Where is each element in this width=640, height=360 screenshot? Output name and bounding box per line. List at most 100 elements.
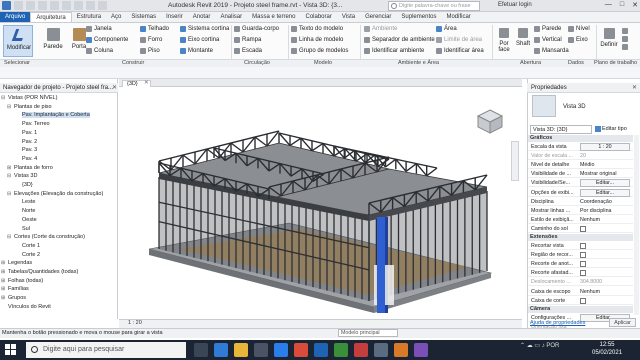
- dormer-button[interactable]: Mansarda: [534, 48, 569, 54]
- tree-toggle-icon[interactable]: ⊟: [7, 234, 11, 240]
- by-face-button[interactable]: Por face: [494, 26, 514, 56]
- property-checkbox[interactable]: [580, 261, 586, 268]
- tab-estrutura[interactable]: Estrutura: [72, 12, 106, 22]
- browser-item[interactable]: {3D}: [22, 182, 33, 188]
- tree-toggle-icon[interactable]: ⊞: [1, 286, 5, 292]
- railing-button[interactable]: Guarda-corpo: [234, 26, 279, 32]
- set-workplane-button[interactable]: Definir: [598, 26, 620, 56]
- text-icon[interactable]: [86, 1, 95, 10]
- model-text-button[interactable]: Texto do modelo: [291, 26, 343, 32]
- floor-button[interactable]: Piso: [140, 48, 160, 54]
- revit-logo-icon[interactable]: [2, 1, 11, 10]
- browser-item[interactable]: Famílias: [8, 286, 29, 292]
- curtain-grid-button[interactable]: Eixo cortina: [180, 37, 219, 43]
- grid-button[interactable]: Eixo: [568, 37, 588, 43]
- modify-button[interactable]: Modificar: [3, 25, 33, 57]
- tree-toggle-icon[interactable]: ⊞: [1, 260, 5, 266]
- edit-button[interactable]: Editar...: [580, 188, 630, 197]
- taskbar-clock[interactable]: 12:55 05/02/2021: [592, 341, 622, 357]
- tab-analisar[interactable]: Analisar: [215, 12, 247, 22]
- property-checkbox[interactable]: [580, 225, 586, 232]
- property-group-header[interactable]: Câmera: [528, 305, 633, 313]
- viewer-icon[interactable]: [622, 44, 628, 50]
- tree-toggle-icon[interactable]: ⊟: [7, 104, 11, 110]
- property-value[interactable]: 20: [580, 153, 586, 159]
- tab-inserir[interactable]: Inserir: [161, 12, 188, 22]
- task-view-icon[interactable]: [194, 343, 208, 357]
- project-browser-close-icon[interactable]: ✕: [112, 84, 117, 91]
- tree-toggle-icon[interactable]: ⊟: [1, 95, 5, 101]
- instance-selector[interactable]: Vista 3D: {3D}: [530, 125, 592, 134]
- app-icon[interactable]: [414, 343, 428, 357]
- property-value[interactable]: Coordenação: [580, 199, 612, 205]
- tab-massa-terreno[interactable]: Massa e terreno: [247, 12, 300, 22]
- component-button[interactable]: Componente: [86, 37, 128, 43]
- apply-button[interactable]: Aplicar: [609, 318, 636, 327]
- tab-sistemas[interactable]: Sistemas: [126, 12, 161, 22]
- browser-item[interactable]: Plantas de piso: [14, 104, 52, 110]
- browser-item[interactable]: Pav. 1: [22, 130, 37, 136]
- view-3d-icon[interactable]: [98, 1, 107, 10]
- property-value-input[interactable]: 1 : 20: [580, 143, 630, 151]
- property-value[interactable]: Por disciplina: [580, 208, 612, 214]
- wall-opening-button[interactable]: Parede: [534, 26, 561, 32]
- system-tray[interactable]: ⌃ ☁ ▭ ♪ POR: [520, 342, 559, 349]
- file-explorer-icon[interactable]: [234, 343, 248, 357]
- property-checkbox[interactable]: [580, 243, 586, 249]
- property-value[interactable]: Nenhum: [580, 289, 600, 295]
- properties-close-icon[interactable]: ✕: [632, 84, 637, 91]
- tag-room-button[interactable]: Identificar ambiente: [364, 48, 424, 54]
- app-icon[interactable]: [394, 343, 408, 357]
- browser-item[interactable]: Grupos: [8, 295, 26, 301]
- roof-button[interactable]: Telhado: [140, 26, 169, 32]
- measure-icon[interactable]: [74, 1, 83, 10]
- browser-item[interactable]: Cortes (Corte da construção): [14, 234, 85, 240]
- properties-scrollbar[interactable]: [634, 135, 639, 315]
- edit-type-button[interactable]: Editar tipo: [594, 125, 636, 134]
- save-icon[interactable]: [26, 1, 35, 10]
- browser-item[interactable]: Leste: [22, 199, 35, 205]
- browser-item[interactable]: Pav. 2: [22, 139, 37, 145]
- browser-item[interactable]: Corte 2: [22, 252, 40, 258]
- browser-item[interactable]: Legendas: [8, 260, 32, 266]
- tree-toggle-icon[interactable]: ⊟: [7, 173, 11, 179]
- tab-anotar[interactable]: Anotar: [188, 12, 216, 22]
- browser-item[interactable]: Sul: [22, 226, 30, 232]
- minimize-button[interactable]: —: [605, 1, 612, 9]
- app-icon[interactable]: [374, 343, 388, 357]
- model-line-button[interactable]: Linha de modelo: [291, 37, 343, 43]
- tab-modificar[interactable]: Modificar: [441, 12, 475, 22]
- curtain-system-button[interactable]: Sistema cortina: [180, 26, 229, 32]
- mail-icon[interactable]: [274, 343, 288, 357]
- app-icon[interactable]: [354, 343, 368, 357]
- property-group-header[interactable]: Gráficos: [528, 135, 633, 142]
- help-search-input[interactable]: Digite palavra-chave ou frase: [388, 1, 480, 11]
- ceiling-button[interactable]: Forro: [140, 37, 162, 43]
- maximize-button[interactable]: □: [620, 1, 624, 9]
- store-icon[interactable]: [254, 343, 268, 357]
- view-scale[interactable]: 1 : 20: [128, 320, 142, 326]
- tree-toggle-icon[interactable]: ⊟: [7, 191, 11, 197]
- tree-toggle-icon[interactable]: ⊞: [1, 278, 5, 284]
- navigation-bar[interactable]: [511, 141, 519, 181]
- browser-item[interactable]: Vínculos do Revit: [8, 304, 51, 310]
- ref-plane-icon[interactable]: [622, 36, 628, 42]
- language-indicator[interactable]: POR: [546, 343, 559, 349]
- app-icon[interactable]: [334, 343, 348, 357]
- area-button[interactable]: Área: [436, 26, 457, 32]
- shaft-button[interactable]: Shaft: [514, 26, 532, 56]
- model-group-button[interactable]: Grupo de modelos: [291, 48, 348, 54]
- tab-arquivo[interactable]: Arquivo: [0, 12, 31, 22]
- property-value[interactable]: Nenhum: [580, 217, 600, 223]
- tab-arquitetura[interactable]: Arquitetura: [30, 12, 72, 22]
- browser-item[interactable]: Norte: [22, 208, 35, 214]
- property-value[interactable]: Médio: [580, 162, 594, 168]
- tab-suplementos[interactable]: Suplementos: [396, 12, 441, 22]
- browser-item[interactable]: Corte 1: [22, 243, 40, 249]
- panel-label-select[interactable]: Selecionar: [4, 60, 30, 66]
- window-button[interactable]: Janela: [86, 26, 112, 32]
- browser-item[interactable]: Pav. Terreo: [22, 121, 50, 127]
- properties-help-link[interactable]: Ajuda de propriedades: [530, 320, 585, 326]
- browser-item[interactable]: Tabelas/Quantidades (todas): [8, 269, 78, 275]
- property-checkbox[interactable]: [580, 297, 586, 304]
